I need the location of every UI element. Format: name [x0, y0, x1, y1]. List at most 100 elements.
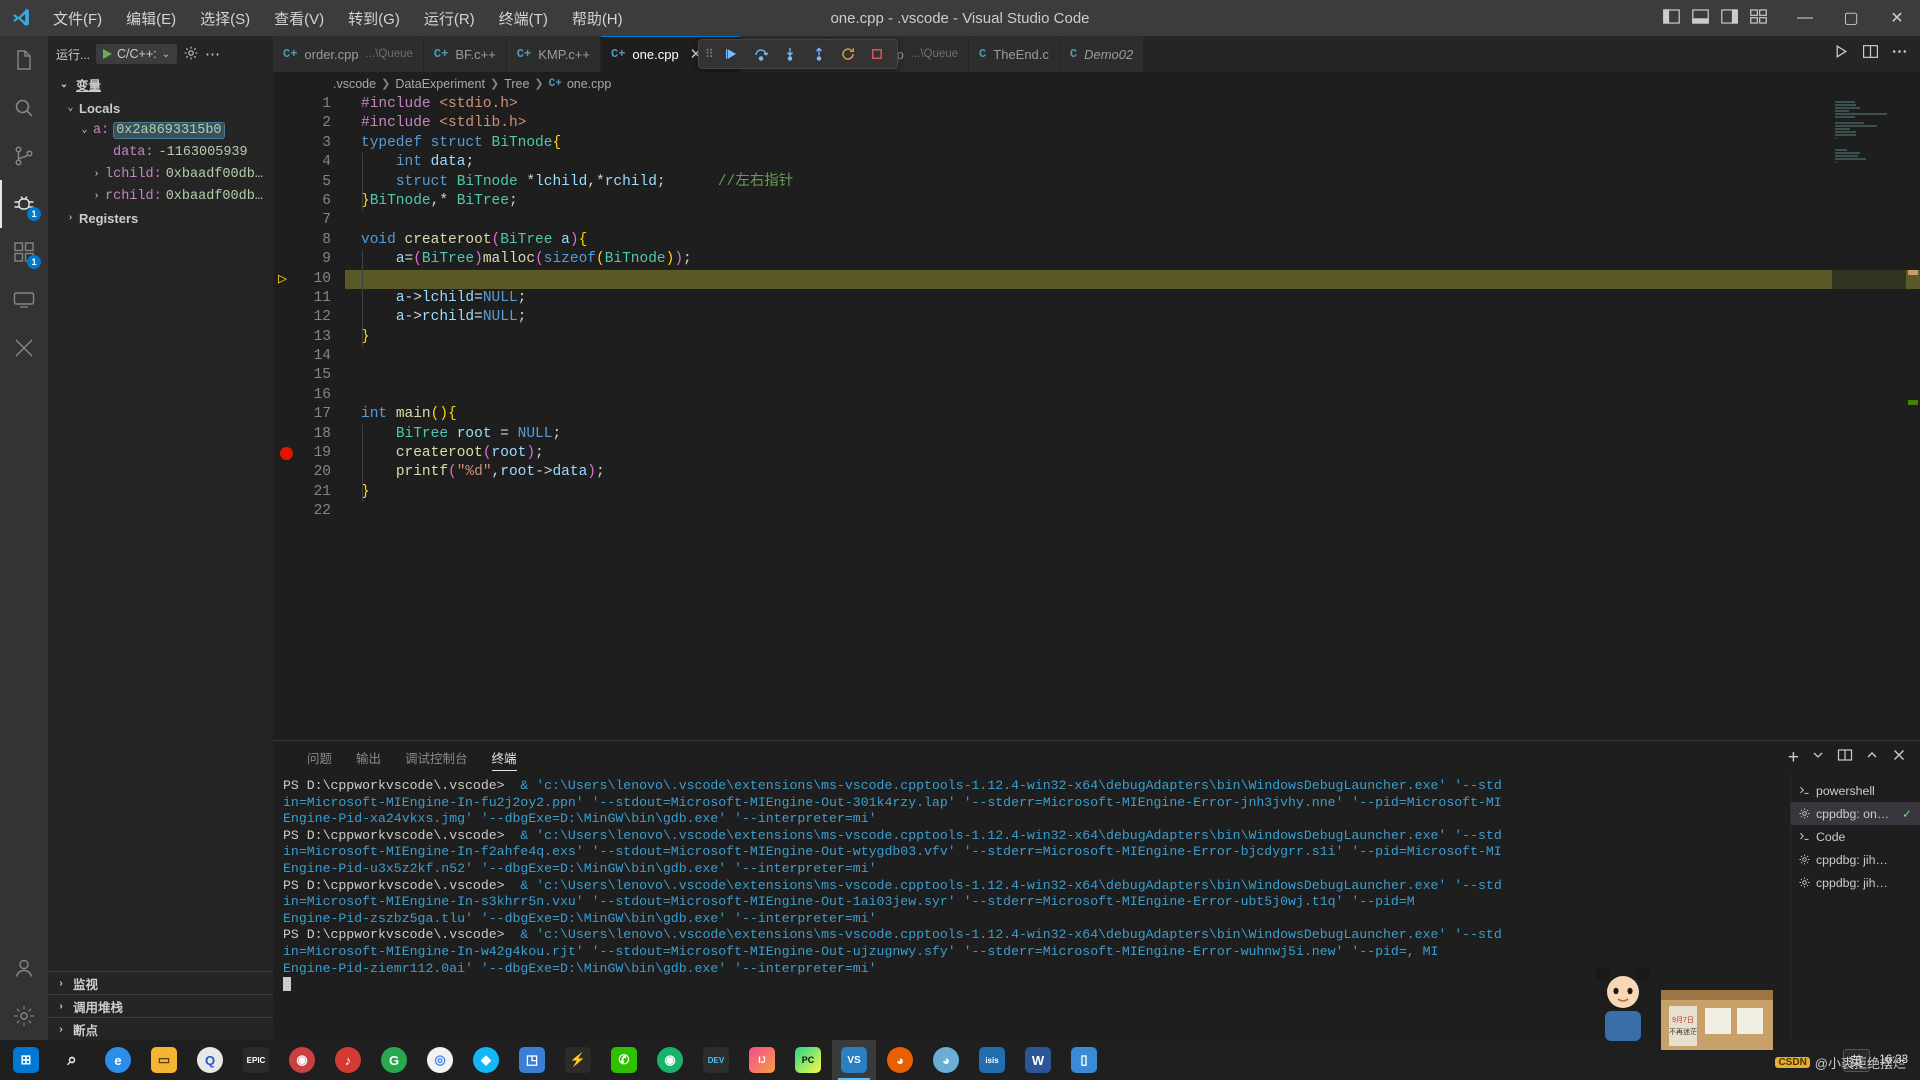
taskbar-360-browser[interactable]: G [372, 1040, 416, 1080]
tab-demo02[interactable]: C Demo02 [1059, 36, 1145, 72]
taskbar-search-button[interactable]: ⌕ [50, 1040, 94, 1080]
step-into-button[interactable] [777, 41, 804, 67]
tab-theend-c[interactable]: C TheEnd.c [969, 36, 1060, 72]
run-or-debug-icon[interactable] [1833, 43, 1850, 65]
split-terminal-icon[interactable] [1837, 747, 1853, 768]
taskbar-browser-green[interactable]: ◉ [648, 1040, 692, 1080]
taskbar-isis[interactable]: isis [970, 1040, 1014, 1080]
code-line[interactable]: BiTree root = NULL; [361, 425, 1920, 444]
breadcrumb-item-3[interactable]: one.cpp [567, 77, 611, 91]
code-line[interactable]: typedef struct BiTnode{ [361, 134, 1920, 153]
continue-button[interactable] [719, 41, 746, 67]
section-call-stack[interactable]: › 调用堆栈 [48, 994, 273, 1017]
taskbar-thunder[interactable]: ⚡ [556, 1040, 600, 1080]
code-line[interactable] [361, 347, 1920, 366]
panel-tab-output[interactable]: 输出 [344, 741, 393, 774]
menu-item-terminal[interactable]: 终端(T) [488, 4, 559, 33]
maximize-button[interactable]: ▢ [1828, 0, 1874, 36]
variable-value[interactable]: 0xbaadf00dbaadf… [166, 167, 269, 182]
glyph-margin[interactable]: ▷ [273, 95, 301, 740]
tab-order-cpp[interactable]: C+ order.cpp ...\Queue [273, 36, 424, 72]
variable-row-data[interactable]: › data: -1163005939 [48, 141, 273, 163]
debug-floating-toolbar[interactable]: ⠿ [698, 39, 898, 69]
chevron-right-icon[interactable]: › [54, 1001, 68, 1012]
activity-settings[interactable] [0, 992, 48, 1040]
taskbar-wechat[interactable]: ✆ [602, 1040, 646, 1080]
code-line[interactable]: a->lchild=NULL; [361, 289, 1920, 308]
menu-item-run[interactable]: 运行(R) [413, 4, 486, 33]
menu-bar[interactable]: 文件(F) 编辑(E) 选择(S) 查看(V) 转到(G) 运行(R) 终端(T… [42, 4, 634, 33]
code-line[interactable]: a->rchild=NULL; [361, 308, 1920, 327]
activity-extensions[interactable]: 1 [0, 228, 48, 276]
activity-search[interactable] [0, 84, 48, 132]
code-line[interactable] [361, 366, 1920, 385]
code-editor[interactable]: ▷ 1 2 3 4 5 6 7 8 9 10 11 12 13 14 15 16 17 18 19 20 21 22 #i… [273, 95, 1920, 740]
menu-item-go[interactable]: 转到(G) [337, 4, 411, 33]
variable-value[interactable]: 0xbaadf00dbaadf… [166, 189, 269, 204]
taskbar-baidu[interactable]: Q [188, 1040, 232, 1080]
terminal-list-item-code[interactable]: Code [1791, 825, 1920, 848]
chevron-right-icon[interactable]: › [88, 191, 105, 202]
code-line[interactable]: int data; [361, 153, 1920, 172]
code-line[interactable]: createroot(root); [361, 444, 1920, 463]
more-actions-icon[interactable] [1891, 43, 1908, 65]
activity-explorer[interactable] [0, 36, 48, 84]
panel-tab-problems[interactable]: 问题 [295, 741, 344, 774]
tab-bf-cpp[interactable]: C+ BF.c++ [423, 36, 507, 72]
step-over-button[interactable] [748, 41, 775, 67]
terminal-list-item-cppdbg-jih-1[interactable]: cppdbg: jih… [1791, 848, 1920, 871]
code-line[interactable] [361, 502, 1920, 521]
code-line[interactable]: printf("%d",root->data); [361, 463, 1920, 482]
close-button[interactable]: ✕ [1874, 0, 1920, 36]
panel-tab-terminal[interactable]: 终端 [480, 741, 529, 774]
activity-accounts[interactable] [0, 944, 48, 992]
debug-more-actions-icon[interactable]: ⋯ [205, 45, 221, 63]
code-line[interactable]: #include <stdlib.h> [361, 114, 1920, 133]
activity-remote-explorer[interactable] [0, 276, 48, 324]
variable-value[interactable]: -1163005939 [159, 145, 248, 160]
variables-section-header[interactable]: ⌄ 变量 [48, 72, 273, 97]
toggle-secondary-sidebar-icon[interactable] [1720, 7, 1739, 30]
taskbar-edge[interactable]: e [96, 1040, 140, 1080]
taskbar-intellij-idea[interactable]: IJ [740, 1040, 784, 1080]
variable-row-a[interactable]: ⌄ a: 0x2a8693315b0 [48, 119, 273, 141]
taskbar-mouse-app[interactable]: ◕ [924, 1040, 968, 1080]
code-line[interactable]: struct BiTnode *lchild,*rchild; //左右指针 [361, 173, 1920, 192]
menu-item-selection[interactable]: 选择(S) [189, 4, 261, 33]
taskbar-chrome[interactable]: ◎ [418, 1040, 462, 1080]
taskbar-netease-music[interactable]: ♪ [326, 1040, 370, 1080]
taskbar-tim[interactable]: ◆ [464, 1040, 508, 1080]
minimize-button[interactable]: — [1782, 0, 1828, 36]
tab-kmp-cpp[interactable]: C+ KMP.c++ [506, 36, 601, 72]
activity-run-and-debug[interactable]: 1 [0, 180, 48, 228]
menu-item-edit[interactable]: 编辑(E) [115, 4, 187, 33]
taskbar-file-explorer[interactable]: ▭ [142, 1040, 186, 1080]
panel-tab-debug-console[interactable]: 调试控制台 [393, 741, 480, 774]
variable-row-lchild[interactable]: › lchild: 0xbaadf00dbaadf… [48, 163, 273, 185]
section-watch[interactable]: › 监视 [48, 971, 273, 994]
stop-button[interactable] [864, 41, 891, 67]
activity-source-control[interactable] [0, 132, 48, 180]
toggle-primary-sidebar-icon[interactable] [1662, 7, 1681, 30]
chevron-down-icon[interactable]: ⌄ [76, 124, 93, 136]
variable-value[interactable]: 0x2a8693315b0 [113, 121, 225, 139]
restart-button[interactable] [835, 41, 862, 67]
scope-locals[interactable]: ⌄ Locals [48, 97, 273, 119]
debug-settings-gear-icon[interactable] [183, 45, 199, 64]
taskbar-picture-viewer[interactable]: ◳ [510, 1040, 554, 1080]
taskbar-word[interactable]: W [1016, 1040, 1060, 1080]
chevron-right-icon[interactable]: › [62, 213, 79, 224]
taskbar-start-button[interactable]: ⊞ [4, 1040, 48, 1080]
taskbar-phone-link[interactable]: ▯ [1062, 1040, 1106, 1080]
code-line[interactable] [361, 386, 1920, 405]
code-line[interactable] [361, 211, 1920, 230]
toggle-panel-icon[interactable] [1691, 7, 1710, 30]
code-line[interactable]: int main(){ [361, 405, 1920, 424]
customize-layout-icon[interactable] [1749, 7, 1768, 30]
taskbar-pycharm[interactable]: PC [786, 1040, 830, 1080]
taskbar-vscode[interactable]: VS [832, 1040, 876, 1080]
breadcrumb-item-2[interactable]: Tree [504, 77, 529, 91]
taskbar-recorder[interactable]: ◉ [280, 1040, 324, 1080]
chevron-right-icon[interactable]: › [54, 1024, 68, 1035]
taskbar-epic-games[interactable]: EPIC [234, 1040, 278, 1080]
